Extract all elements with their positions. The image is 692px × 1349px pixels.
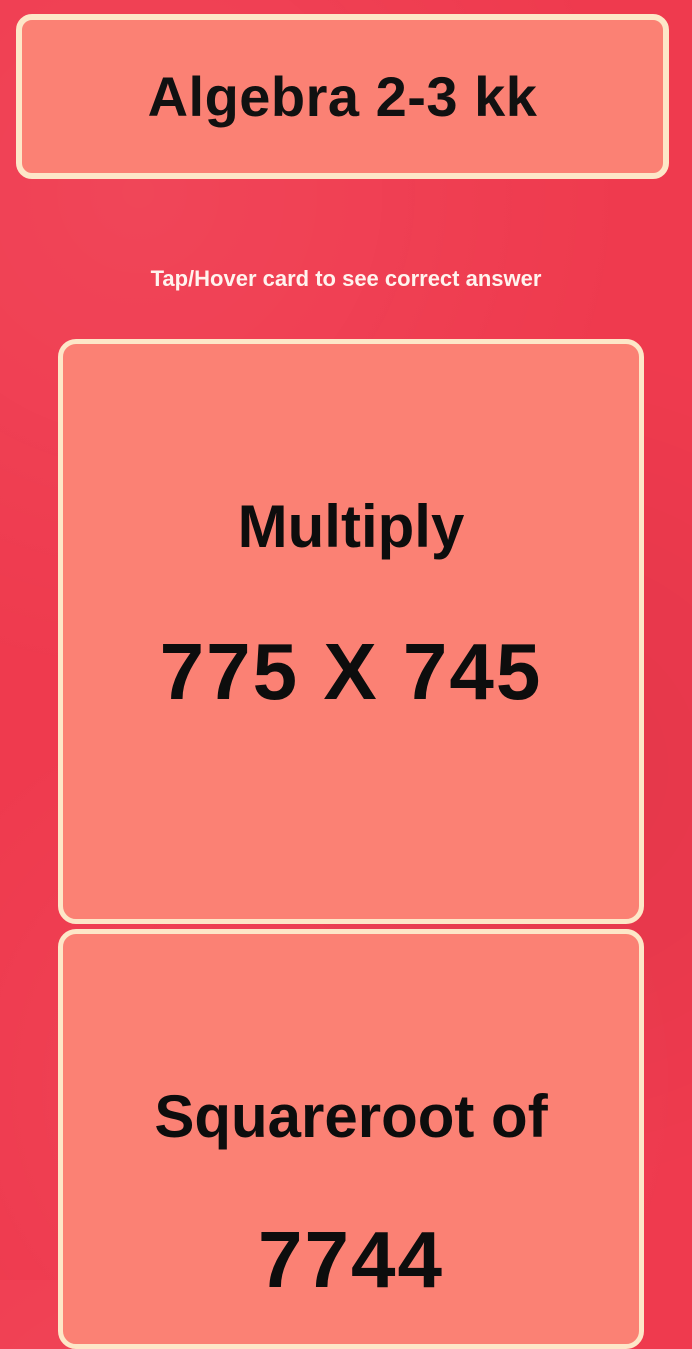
flashcard-multiply[interactable]: Multiply 775 X 745 [58, 339, 644, 924]
flashcard-squareroot[interactable]: Squareroot of 7744 [58, 929, 644, 1349]
card-problem-value: 7744 [258, 1215, 444, 1304]
instruction-text: Tap/Hover card to see correct answer [150, 266, 542, 291]
page-title: Algebra 2-3 kk [147, 65, 538, 128]
card-operation-label: Squareroot of [154, 1083, 548, 1150]
title-card: Algebra 2-3 kk [16, 14, 669, 179]
card-problem-value: 775 X 745 [159, 627, 543, 716]
card-operation-label: Multiply [237, 493, 465, 560]
